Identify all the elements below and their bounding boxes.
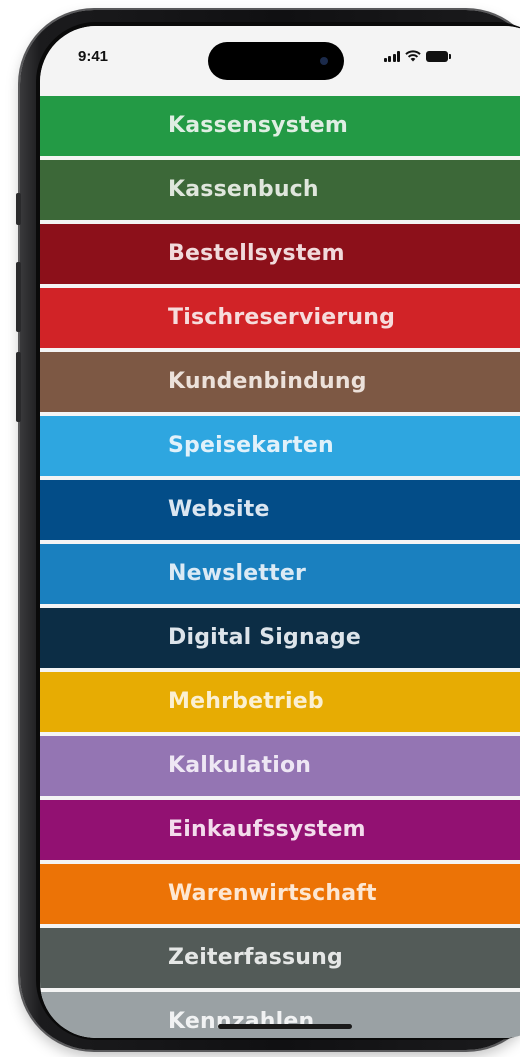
phone-mockup-scene: 9:41 Kassensystem Kassenbuch Bestellsyst…	[0, 0, 520, 1057]
menu-item[interactable]: Mehrbetrieb	[40, 672, 520, 732]
menu-item[interactable]: Kassenbuch	[40, 160, 520, 220]
menu-item[interactable]: Warenwirtschaft	[40, 864, 520, 924]
menu-item[interactable]: Kassensystem	[40, 96, 520, 156]
status-bar: 9:41	[40, 26, 520, 96]
menu-item[interactable]: Zeiterfassung	[40, 928, 520, 988]
phone-screen: 9:41 Kassensystem Kassenbuch Bestellsyst…	[40, 26, 520, 1038]
menu-item[interactable]: Digital Signage	[40, 608, 520, 668]
home-indicator[interactable]	[218, 1024, 352, 1029]
menu-item[interactable]: Kundenbindung	[40, 352, 520, 412]
cellular-signal-icon	[383, 51, 400, 62]
menu-item[interactable]: Tischreservierung	[40, 288, 520, 348]
feature-menu-list: Kassensystem Kassenbuch Bestellsystem Tisch…	[40, 96, 520, 1038]
menu-item[interactable]: Speisekarten	[40, 416, 520, 476]
menu-item[interactable]: Bestellsystem	[40, 224, 520, 284]
menu-item[interactable]: Newsletter	[40, 544, 520, 604]
dynamic-island	[208, 42, 344, 80]
menu-item[interactable]: Kennzahlen	[40, 992, 520, 1038]
volume-down-button	[16, 352, 21, 422]
wifi-icon	[405, 50, 421, 62]
menu-item[interactable]: Einkaufssystem	[40, 800, 520, 860]
menu-item[interactable]: Kalkulation	[40, 736, 520, 796]
status-time: 9:41	[78, 48, 109, 65]
volume-up-button	[16, 262, 21, 332]
battery-icon	[426, 51, 451, 62]
action-button	[16, 193, 21, 225]
front-camera-icon	[320, 57, 328, 65]
menu-item[interactable]: Website	[40, 480, 520, 540]
status-icons	[383, 50, 451, 62]
